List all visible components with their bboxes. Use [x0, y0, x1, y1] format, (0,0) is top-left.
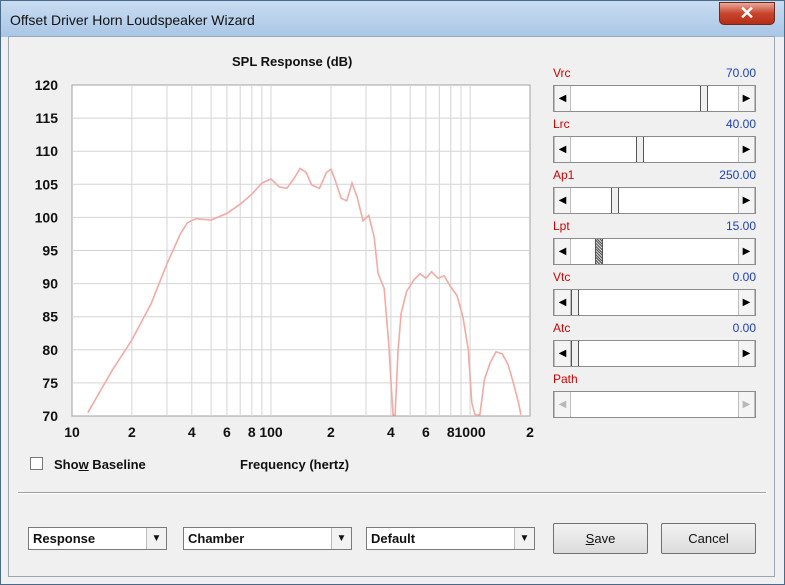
- control-value-lrc: 40.00: [725, 117, 756, 131]
- y-tick-label: 95: [42, 243, 58, 259]
- slider-ap1[interactable]: ◀ ▶: [553, 187, 756, 214]
- y-tick-label: 80: [42, 342, 58, 358]
- control-value-atc: 0.00: [732, 321, 756, 335]
- arrow-right-icon[interactable]: ▶: [738, 341, 755, 366]
- x-tick-label: 100: [259, 424, 283, 440]
- control-label-atc: Atc: [553, 321, 571, 335]
- arrow-left-icon[interactable]: ◀: [554, 137, 571, 162]
- control-value-vrc: 70.00: [725, 66, 756, 80]
- x-tick-label: 2: [327, 424, 335, 440]
- arrow-left-icon[interactable]: ◀: [554, 341, 571, 366]
- y-tick-label: 85: [42, 309, 58, 325]
- control-label-vtc: Vtc: [553, 270, 571, 284]
- save-button[interactable]: Save: [553, 523, 648, 554]
- slider-thumb[interactable]: [571, 290, 579, 315]
- x-tick-label: 1000: [455, 424, 486, 440]
- chevron-down-icon[interactable]: ▼: [331, 528, 351, 549]
- chevron-down-icon[interactable]: ▼: [146, 528, 166, 549]
- x-tick-label: 6: [223, 424, 231, 440]
- arrow-right-icon[interactable]: ▶: [738, 239, 755, 264]
- x-tick-label: 4: [387, 424, 395, 440]
- chamber-select[interactable]: Chamber ▼: [183, 527, 352, 550]
- control-label-ap1: Ap1: [553, 168, 575, 182]
- slider-path: ◀ ▶: [553, 391, 756, 418]
- arrow-right-icon[interactable]: ▶: [738, 137, 755, 162]
- x-tick-label: 2: [128, 424, 136, 440]
- arrow-left-icon[interactable]: ◀: [554, 239, 571, 264]
- x-tick-label: 2: [526, 424, 534, 440]
- x-tick-label: 8: [248, 424, 256, 440]
- arrow-right-icon: ▶: [738, 392, 755, 417]
- y-tick-label: 70: [42, 408, 58, 424]
- control-value-ap1: 250.00: [719, 168, 756, 182]
- separator: [18, 492, 766, 494]
- arrow-left-icon[interactable]: ◀: [554, 86, 571, 111]
- y-tick-label: 75: [42, 375, 58, 391]
- slider-lrc[interactable]: ◀ ▶: [553, 136, 756, 163]
- chevron-down-icon[interactable]: ▼: [514, 528, 534, 549]
- control-label-lrc: Lrc: [553, 117, 570, 131]
- x-tick-label: 10: [64, 424, 80, 440]
- y-tick-label: 115: [35, 110, 58, 126]
- arrow-left-icon[interactable]: ◀: [554, 188, 571, 213]
- x-tick-label: 6: [422, 424, 430, 440]
- y-tick-label: 110: [35, 143, 58, 159]
- control-value-vtc: 0.00: [732, 270, 756, 284]
- y-tick-label: 100: [35, 209, 59, 225]
- arrow-left-icon: ◀: [554, 392, 571, 417]
- slider-vrc[interactable]: ◀ ▶: [553, 85, 756, 112]
- y-tick-label: 90: [42, 276, 58, 292]
- preset-select[interactable]: Default ▼: [366, 527, 535, 550]
- control-label-path: Path: [553, 372, 578, 386]
- slider-vtc[interactable]: ◀ ▶: [553, 289, 756, 316]
- x-tick-label: 4: [188, 424, 196, 440]
- control-value-lpt: 15.00: [725, 219, 756, 233]
- slider-thumb[interactable]: [610, 188, 619, 213]
- arrow-right-icon[interactable]: ▶: [738, 86, 755, 111]
- slider-lpt[interactable]: ◀ ▶: [553, 238, 756, 265]
- arrow-right-icon[interactable]: ▶: [738, 188, 755, 213]
- control-label-vrc: Vrc: [553, 66, 571, 80]
- slider-thumb[interactable]: [571, 341, 579, 366]
- show-baseline-checkbox[interactable]: [30, 457, 43, 470]
- cancel-button[interactable]: Cancel: [661, 523, 756, 554]
- show-baseline-label[interactable]: Show Baseline: [54, 457, 146, 472]
- arrow-left-icon[interactable]: ◀: [554, 290, 571, 315]
- slider-thumb[interactable]: [636, 137, 645, 162]
- y-tick-label: 120: [35, 77, 59, 93]
- x-axis-label: Frequency (hertz): [240, 457, 350, 472]
- slider-thumb[interactable]: [699, 86, 708, 111]
- control-label-lpt: Lpt: [553, 219, 570, 233]
- y-tick-label: 105: [35, 176, 59, 192]
- view-select[interactable]: Response ▼: [28, 527, 167, 550]
- slider-atc[interactable]: ◀ ▶: [553, 340, 756, 367]
- slider-thumb[interactable]: [594, 239, 603, 264]
- arrow-right-icon[interactable]: ▶: [738, 290, 755, 315]
